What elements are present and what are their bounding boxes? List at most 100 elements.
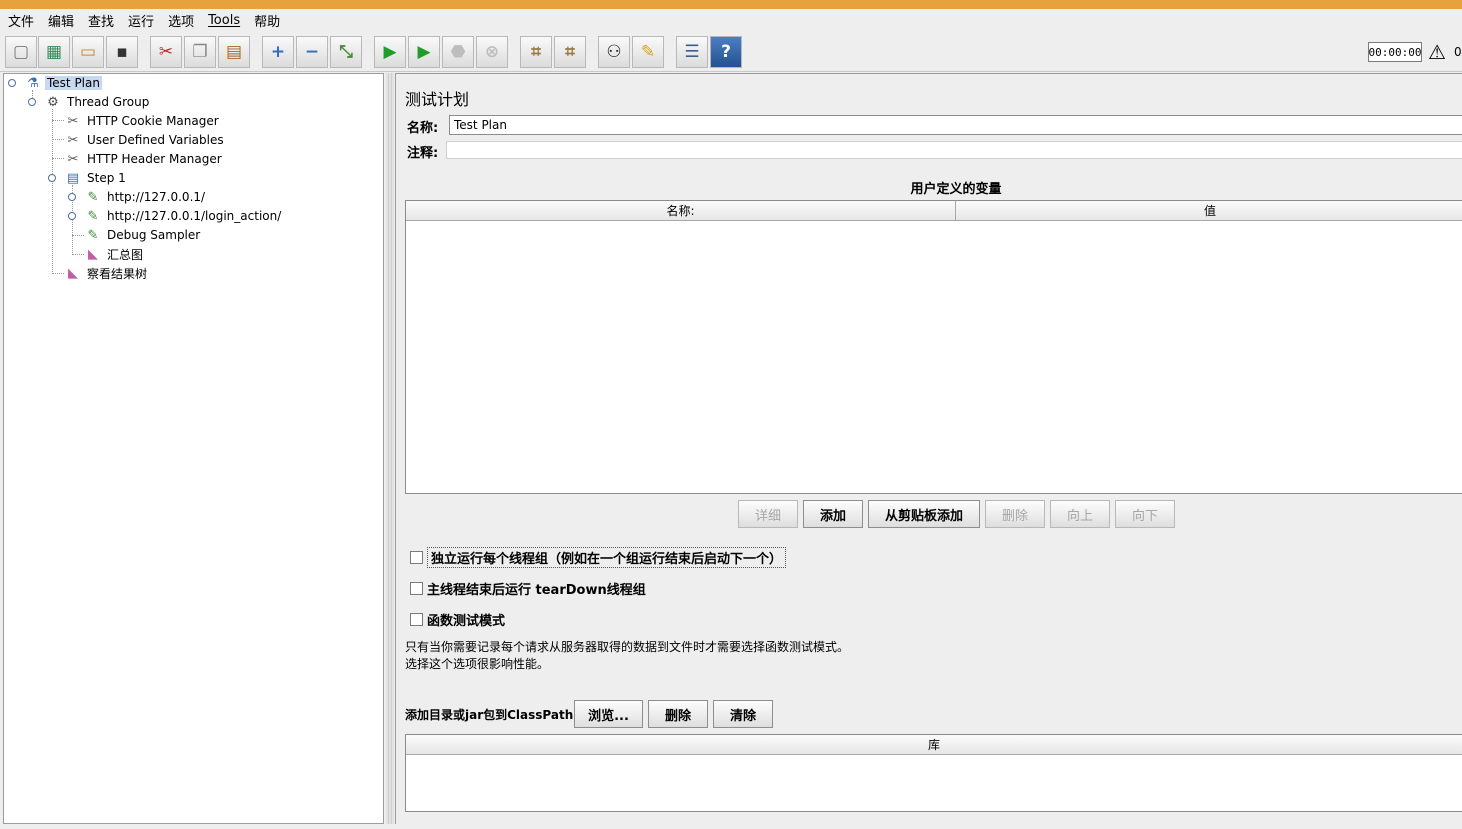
config-element-icon: ✂ (67, 151, 79, 167)
start-icon: ▶ (383, 42, 397, 62)
sampler-icon: ✎ (87, 227, 99, 243)
expand-icon: + (270, 42, 286, 62)
tree-node-label: HTTP Header Manager (87, 152, 222, 166)
tree-node-label: Debug Sampler (107, 228, 201, 242)
expand-all-button[interactable]: + (262, 36, 294, 68)
paste-icon: ▤ (225, 42, 243, 62)
column-header-name[interactable]: 名称: (406, 201, 956, 221)
new-icon: ▢ (12, 42, 30, 62)
listener-icon: ◣ (68, 265, 78, 281)
column-header-value[interactable]: 值 (956, 201, 1462, 221)
thread-group-icon: ⚙ (47, 94, 59, 110)
menu-options[interactable]: 选项 (168, 11, 194, 30)
search-button[interactable]: ⚇ (598, 36, 630, 68)
warning-count: 0 (1454, 45, 1462, 59)
open-button[interactable]: ▭ (72, 36, 104, 68)
detail-button[interactable]: 详细 (738, 500, 798, 528)
toolbar: ▢ ▦ ▭ ▪ ✂ ❐ ▤ + − ⤡ ▶ ▶ ⬣ ⊗ ⌗ ⌗ ⚇ ✎ ☰ ? (0, 32, 1462, 72)
variables-table[interactable]: 名称: 值 (405, 200, 1462, 494)
templates-icon: ▦ (45, 42, 63, 62)
test-plan-icon: ⚗ (27, 75, 39, 91)
classpath-clear-button[interactable]: 清除 (713, 700, 773, 728)
move-up-button[interactable]: 向上 (1050, 500, 1110, 528)
tree-node-label: 察看结果树 (87, 266, 148, 281)
add-from-clipboard-button[interactable]: 从剪贴板添加 (868, 500, 980, 528)
name-field[interactable]: Test Plan (449, 115, 1462, 135)
column-header-library[interactable]: 库 (406, 735, 1462, 755)
checkbox-label: 函数测试模式 (427, 614, 506, 629)
tree-expand-handle[interactable] (48, 174, 56, 182)
tree-line (52, 273, 64, 274)
tree-expand-handle[interactable] (68, 212, 76, 220)
menu-run[interactable]: 运行 (128, 11, 154, 30)
tree-node-thread-group[interactable]: ⚙ Thread Group (44, 93, 151, 111)
warning-icon[interactable]: ⚠ (1428, 42, 1446, 62)
toggle-button[interactable]: ⤡ (330, 36, 362, 68)
teardown-checkbox[interactable]: 主线程结束后运行 tearDown线程组 (410, 579, 646, 598)
tree-line (52, 109, 53, 274)
menu-help[interactable]: 帮助 (254, 11, 280, 30)
tree-line (52, 120, 64, 121)
clear-all-button[interactable]: ⌗ (554, 36, 586, 68)
tree-node-label: Step 1 (87, 171, 126, 185)
cut-button[interactable]: ✂ (150, 36, 182, 68)
templates-button[interactable]: ▦ (38, 36, 70, 68)
checkbox-box[interactable] (410, 551, 423, 564)
clear-button[interactable]: ⌗ (520, 36, 552, 68)
checkbox-box[interactable] (410, 582, 423, 595)
tree-node-test-plan[interactable]: ⚗ Test Plan (24, 74, 102, 92)
stop-button[interactable]: ⬣ (442, 36, 474, 68)
tree-node-cookie-manager[interactable]: ✂ HTTP Cookie Manager (64, 112, 221, 130)
new-button[interactable]: ▢ (5, 36, 37, 68)
sampler-icon: ✎ (87, 189, 99, 205)
browse-button[interactable]: 浏览... (574, 700, 643, 728)
library-table[interactable]: 库 (405, 734, 1462, 812)
start-no-pauses-icon: ▶ (417, 42, 431, 62)
move-down-button[interactable]: 向下 (1115, 500, 1175, 528)
menu-search[interactable]: 查找 (88, 11, 114, 30)
menu-tools[interactable]: Tools (208, 13, 240, 28)
serial-thread-groups-checkbox[interactable]: 独立运行每个线程组（例如在一个组运行结束后启动下一个） (410, 547, 787, 568)
function-helper-button[interactable]: ☰ (676, 36, 708, 68)
tree-node-user-variables[interactable]: ✂ User Defined Variables (64, 131, 226, 149)
help-button[interactable]: ? (710, 36, 742, 68)
config-element-icon: ✂ (67, 132, 79, 148)
collapse-all-button[interactable]: − (296, 36, 328, 68)
paste-button[interactable]: ▤ (218, 36, 250, 68)
tree-expand-handle[interactable] (8, 79, 16, 87)
tree-node-http-sampler-root[interactable]: ✎ http://127.0.0.1/ (84, 188, 207, 206)
start-button[interactable]: ▶ (374, 36, 406, 68)
clear-icon: ⌗ (531, 42, 541, 62)
stop-icon: ⬣ (450, 42, 466, 62)
tree-expand-handle[interactable] (28, 98, 36, 106)
delete-button[interactable]: 删除 (985, 500, 1045, 528)
tree-node-results-tree[interactable]: ◣ 察看结果树 (64, 264, 149, 282)
split-pane-divider[interactable] (386, 73, 394, 824)
tree-node-aggregate-graph[interactable]: ◣ 汇总图 (84, 245, 145, 263)
shutdown-button[interactable]: ⊗ (476, 36, 508, 68)
comment-field[interactable] (446, 141, 1462, 159)
tree-node-debug-sampler[interactable]: ✎ Debug Sampler (84, 226, 202, 244)
functional-mode-checkbox[interactable]: 函数测试模式 (410, 610, 505, 629)
help-icon: ? (721, 42, 731, 62)
menu-bar: 文件 编辑 查找 运行 选项 Tools 帮助 (0, 9, 1462, 32)
checkbox-box[interactable] (410, 613, 423, 626)
tree-node-step-1[interactable]: ▤ Step 1 (64, 169, 128, 187)
clear-all-icon: ⌗ (565, 42, 575, 62)
config-element-icon: ✂ (67, 113, 79, 129)
tree-node-header-manager[interactable]: ✂ HTTP Header Manager (64, 150, 224, 168)
menu-file[interactable]: 文件 (8, 11, 34, 30)
copy-button[interactable]: ❐ (184, 36, 216, 68)
classpath-delete-button[interactable]: 删除 (648, 700, 708, 728)
start-no-pauses-button[interactable]: ▶ (408, 36, 440, 68)
test-plan-tree: ⚗ Test Plan ⚙ Thread Group ✂ HTTP Cookie… (3, 73, 384, 824)
shutdown-icon: ⊗ (484, 42, 500, 62)
save-button[interactable]: ▪ (106, 36, 138, 68)
tree-expand-handle[interactable] (68, 193, 76, 201)
reset-search-button[interactable]: ✎ (632, 36, 664, 68)
functional-mode-note: 只有当你需要记录每个请求从服务器取得的数据到文件时才需要选择函数测试模式。 (405, 640, 850, 654)
tree-node-label: http://127.0.0.1/ (107, 190, 206, 204)
add-button[interactable]: 添加 (803, 500, 863, 528)
menu-edit[interactable]: 编辑 (48, 11, 74, 30)
tree-node-http-sampler-login[interactable]: ✎ http://127.0.0.1/login_action/ (84, 207, 283, 225)
